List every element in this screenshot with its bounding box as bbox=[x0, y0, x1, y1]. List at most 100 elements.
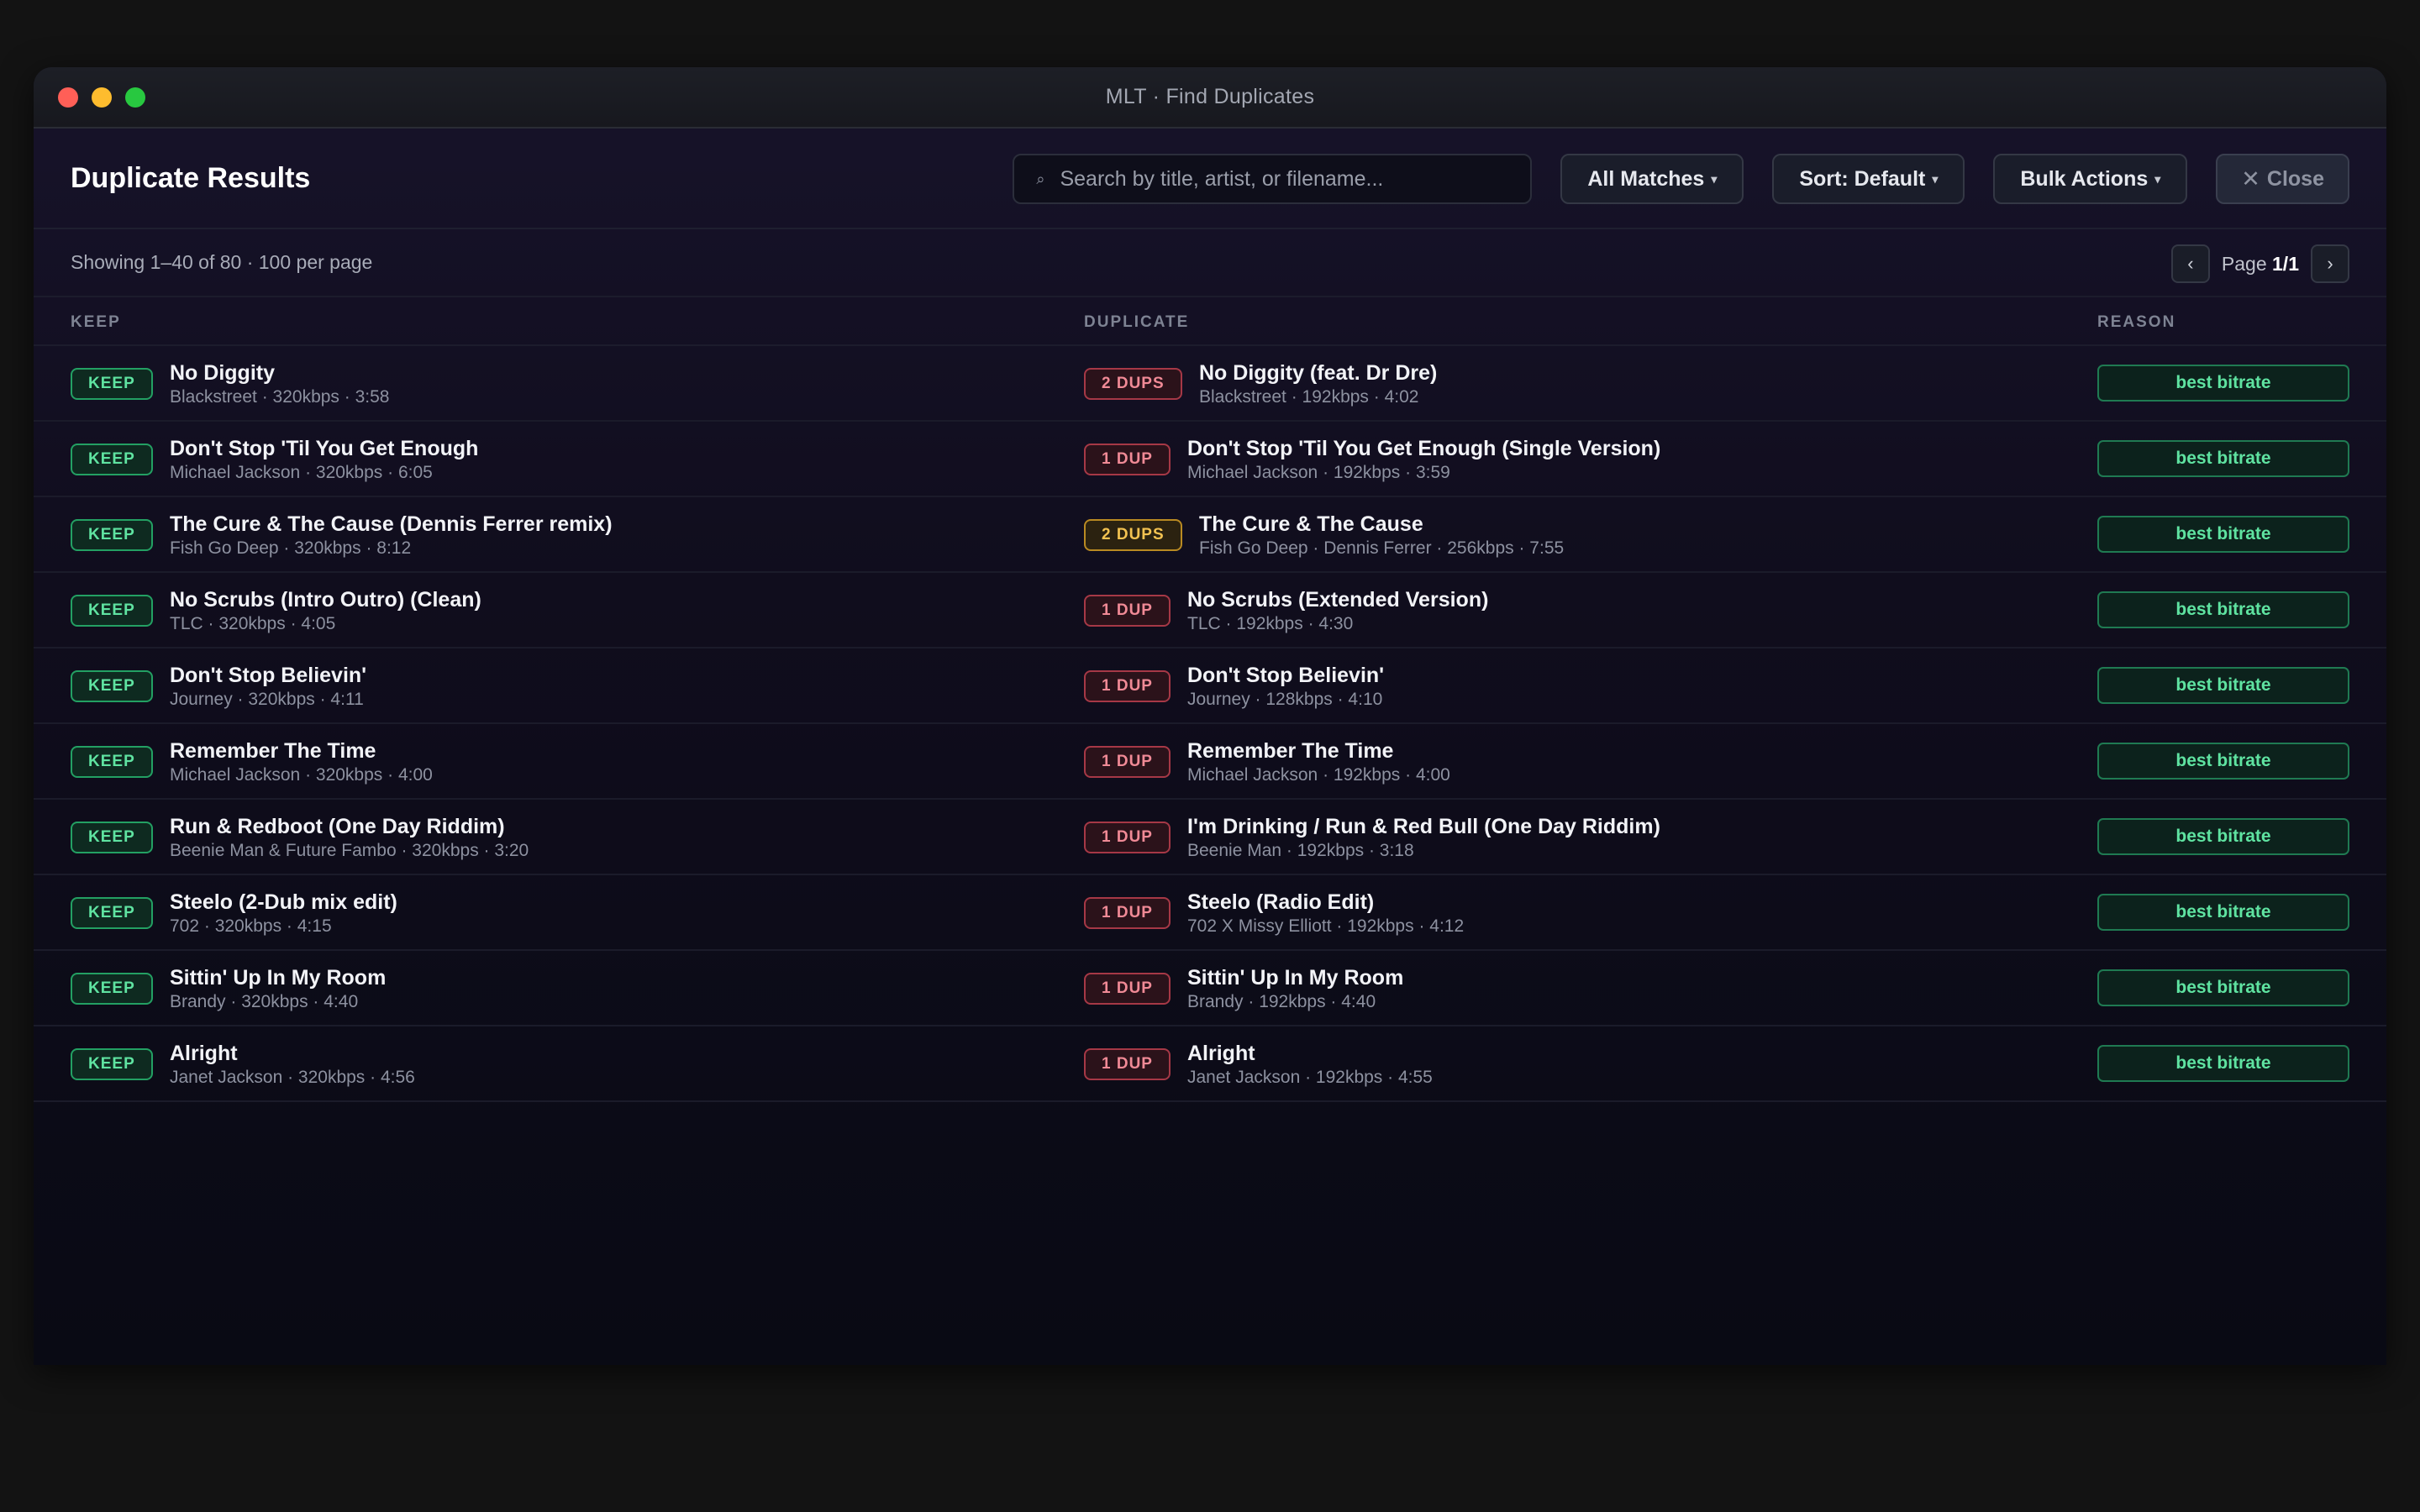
maximize-window-button[interactable] bbox=[125, 87, 145, 108]
duplicate-track-meta: Brandy · 192kbps · 4:40 bbox=[1187, 992, 1376, 1011]
duplicate-track: Steelo (Radio Edit) 702 X Missy Elliott … bbox=[1187, 890, 1464, 938]
keep-track: Alright Janet Jackson · 320kbps · 4:56 bbox=[170, 1041, 415, 1089]
keep-badge: KEEP bbox=[71, 670, 153, 702]
duplicate-track-title: Don't Stop Believin' bbox=[1187, 664, 1385, 687]
keep-track: Don't Stop 'Til You Get Enough Michael J… bbox=[170, 436, 478, 485]
keep-track-title: No Diggity bbox=[170, 361, 275, 385]
pagination: ‹ Page 1/1 › bbox=[2170, 244, 2349, 283]
table-row[interactable]: KEEP The Cure & The Cause (Dennis Ferrer… bbox=[34, 497, 2386, 573]
duplicate-count-badge: 1 DUP bbox=[1084, 670, 1171, 702]
keep-track-title: Steelo (2-Dub mix edit) bbox=[170, 890, 397, 914]
chevron-right-icon: › bbox=[2327, 253, 2333, 274]
duplicate-track-meta: 702 X Missy Elliott · 192kbps · 4:12 bbox=[1187, 916, 1465, 936]
reason-tag: best bitrate bbox=[2097, 591, 2349, 628]
keep-badge: KEEP bbox=[71, 1048, 153, 1080]
keep-track-title: Run & Redboot (One Day Riddim) bbox=[170, 815, 505, 838]
keep-badge: KEEP bbox=[71, 897, 153, 929]
bulk-actions-dropdown[interactable]: Bulk Actions ▾ bbox=[1993, 154, 2188, 204]
duplicate-track-title: I'm Drinking / Run & Red Bull (One Day R… bbox=[1187, 815, 1660, 838]
table-row[interactable]: KEEP Alright Janet Jackson · 320kbps · 4… bbox=[34, 1026, 2386, 1102]
reason-tag: best bitrate bbox=[2097, 818, 2349, 855]
table-header: KEEP DUPLICATE REASON bbox=[34, 297, 2386, 346]
keep-track: Run & Redboot (One Day Riddim) Beenie Ma… bbox=[170, 814, 529, 863]
column-header-duplicate: DUPLICATE bbox=[1084, 313, 1190, 331]
duplicate-track-meta: Journey · 128kbps · 4:10 bbox=[1187, 690, 1383, 709]
table-row[interactable]: KEEP Sittin' Up In My Room Brandy · 320k… bbox=[34, 951, 2386, 1026]
sort-dropdown[interactable]: Sort: Default ▾ bbox=[1772, 154, 1965, 204]
keep-badge: KEEP bbox=[71, 368, 153, 400]
toolbar: Duplicate Results ⌕ All Matches ▾ Sort: … bbox=[34, 129, 2386, 229]
duplicate-count-badge: 1 DUP bbox=[1084, 595, 1171, 627]
search-box[interactable]: ⌕ bbox=[1013, 154, 1533, 204]
duplicate-count-badge: 1 DUP bbox=[1084, 822, 1171, 853]
duplicate-track-meta: Blackstreet · 192kbps · 4:02 bbox=[1199, 387, 1419, 407]
close-icon: ✕ bbox=[2241, 165, 2260, 192]
duplicate-track-title: Steelo (Radio Edit) bbox=[1187, 890, 1375, 914]
duplicate-track-meta: Fish Go Deep · Dennis Ferrer · 256kbps ·… bbox=[1199, 538, 1565, 558]
duplicate-track: Don't Stop 'Til You Get Enough (Single V… bbox=[1187, 436, 1660, 485]
duplicate-track: The Cure & The Cause Fish Go Deep · Denn… bbox=[1199, 512, 1564, 560]
keep-track-title: No Scrubs (Intro Outro) (Clean) bbox=[170, 588, 481, 612]
window-title: MLT · Find Duplicates bbox=[1105, 85, 1315, 108]
page-title: Duplicate Results bbox=[71, 161, 311, 194]
search-input[interactable] bbox=[1060, 166, 1514, 192]
next-page-button[interactable]: › bbox=[2311, 244, 2349, 283]
table-row[interactable]: KEEP No Diggity Blackstreet · 320kbps · … bbox=[34, 346, 2386, 422]
duplicate-track: Alright Janet Jackson · 192kbps · 4:55 bbox=[1187, 1041, 1433, 1089]
minimize-window-button[interactable] bbox=[92, 87, 112, 108]
keep-badge: KEEP bbox=[71, 444, 153, 475]
close-button[interactable]: ✕ Close bbox=[2216, 154, 2349, 204]
duplicate-track-title: The Cure & The Cause bbox=[1199, 512, 1423, 536]
duplicate-track-title: Remember The Time bbox=[1187, 739, 1394, 763]
keep-badge: KEEP bbox=[71, 822, 153, 853]
bulk-actions-label: Bulk Actions bbox=[2020, 166, 2149, 191]
table-row[interactable]: KEEP Steelo (2-Dub mix edit) 702 · 320kb… bbox=[34, 875, 2386, 951]
keep-track-meta: Janet Jackson · 320kbps · 4:56 bbox=[170, 1068, 415, 1087]
results-table: KEEP No Diggity Blackstreet · 320kbps · … bbox=[34, 346, 2386, 1102]
table-row[interactable]: KEEP Don't Stop 'Til You Get Enough Mich… bbox=[34, 422, 2386, 497]
duplicate-track-title: No Scrubs (Extended Version) bbox=[1187, 588, 1489, 612]
duplicate-track: Remember The Time Michael Jackson · 192k… bbox=[1187, 738, 1450, 787]
keep-badge: KEEP bbox=[71, 595, 153, 627]
table-row[interactable]: KEEP Don't Stop Believin' Journey · 320k… bbox=[34, 648, 2386, 724]
table-row[interactable]: KEEP Run & Redboot (One Day Riddim) Been… bbox=[34, 800, 2386, 875]
keep-track: Steelo (2-Dub mix edit) 702 · 320kbps · … bbox=[170, 890, 397, 938]
keep-badge: KEEP bbox=[71, 973, 153, 1005]
close-window-button[interactable] bbox=[58, 87, 78, 108]
keep-badge: KEEP bbox=[71, 746, 153, 778]
window-controls bbox=[58, 87, 145, 108]
reason-tag: best bitrate bbox=[2097, 667, 2349, 704]
keep-track: The Cure & The Cause (Dennis Ferrer remi… bbox=[170, 512, 613, 560]
duplicate-track: No Diggity (feat. Dr Dre) Blackstreet · … bbox=[1199, 360, 1437, 409]
table-row[interactable]: KEEP No Scrubs (Intro Outro) (Clean) TLC… bbox=[34, 573, 2386, 648]
keep-track: No Scrubs (Intro Outro) (Clean) TLC · 32… bbox=[170, 587, 481, 636]
close-label: Close bbox=[2266, 166, 2324, 191]
duplicate-count-badge: 1 DUP bbox=[1084, 973, 1171, 1005]
title-bar: MLT · Find Duplicates bbox=[34, 67, 2386, 129]
chevron-down-icon: ▾ bbox=[1932, 171, 1939, 186]
match-filter-label: All Matches bbox=[1587, 166, 1705, 191]
duplicate-track: Don't Stop Believin' Journey · 128kbps ·… bbox=[1187, 663, 1384, 711]
keep-track: Remember The Time Michael Jackson · 320k… bbox=[170, 738, 433, 787]
results-count: Showing 1–40 of 80 · 100 per page bbox=[71, 251, 373, 273]
keep-track-meta: Blackstreet · 320kbps · 3:58 bbox=[170, 387, 390, 407]
duplicate-track: I'm Drinking / Run & Red Bull (One Day R… bbox=[1187, 814, 1660, 863]
keep-track-meta: Brandy · 320kbps · 4:40 bbox=[170, 992, 359, 1011]
duplicate-count-badge: 1 DUP bbox=[1084, 444, 1171, 475]
reason-tag: best bitrate bbox=[2097, 440, 2349, 477]
column-header-reason: REASON bbox=[2097, 313, 2176, 331]
keep-track-meta: Michael Jackson · 320kbps · 4:00 bbox=[170, 765, 433, 785]
keep-track-meta: 702 · 320kbps · 4:15 bbox=[170, 916, 332, 936]
duplicate-count-badge: 1 DUP bbox=[1084, 1048, 1171, 1080]
keep-track-meta: Michael Jackson · 320kbps · 6:05 bbox=[170, 463, 433, 482]
table-row[interactable]: KEEP Remember The Time Michael Jackson ·… bbox=[34, 724, 2386, 800]
match-filter-dropdown[interactable]: All Matches ▾ bbox=[1560, 154, 1744, 204]
page-prefix: Page bbox=[2221, 252, 2267, 275]
keep-badge: KEEP bbox=[71, 519, 153, 551]
duplicate-track-meta: TLC · 192kbps · 4:30 bbox=[1187, 614, 1354, 633]
prev-page-button[interactable]: ‹ bbox=[2170, 244, 2210, 283]
search-icon: ⌕ bbox=[1036, 170, 1045, 187]
reason-tag: best bitrate bbox=[2097, 743, 2349, 780]
keep-track: Sittin' Up In My Room Brandy · 320kbps ·… bbox=[170, 965, 386, 1014]
duplicate-track-meta: Janet Jackson · 192kbps · 4:55 bbox=[1187, 1068, 1433, 1087]
